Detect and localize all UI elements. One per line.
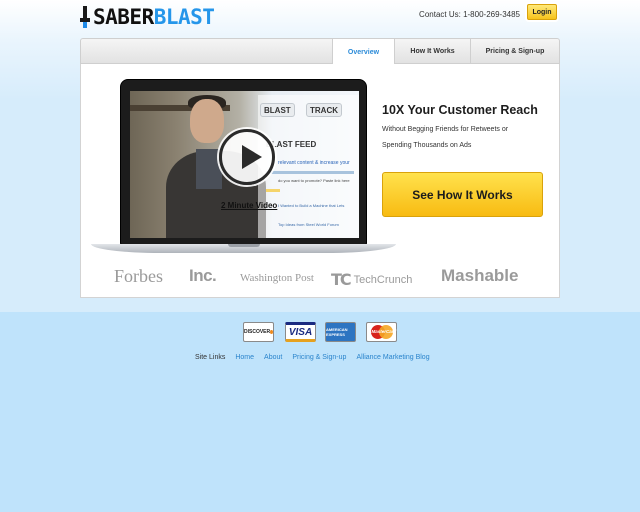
site-links-label: Site Links xyxy=(195,354,226,361)
login-button[interactable]: Login xyxy=(527,4,557,20)
press-logo-mashable: Mashable xyxy=(441,266,519,285)
screen-line-1: relevant content & increase your xyxy=(278,160,350,166)
techcrunch-icon: TC xyxy=(331,270,352,289)
saber-icon xyxy=(80,6,90,28)
footer-link-blog[interactable]: Alliance Marketing Blog xyxy=(356,354,429,361)
discover-card-icon: DISCOVER xyxy=(243,322,274,342)
video-caption[interactable]: 2 Minute Video xyxy=(221,201,277,210)
footer-link-about[interactable]: About xyxy=(264,354,282,361)
header: SABERBLAST Contact Us: 1-800-269-3485 Lo… xyxy=(80,0,560,36)
hero-panel: BLAST TRACK BLAST FEED relevant content … xyxy=(80,64,560,298)
logo-text: SABERBLAST xyxy=(93,5,215,29)
video-screen[interactable]: BLAST TRACK BLAST FEED relevant content … xyxy=(130,91,359,238)
contact-phone: Contact Us: 1-800-269-3485 xyxy=(419,10,520,19)
tab-overview[interactable]: Overview xyxy=(332,39,394,65)
play-button[interactable] xyxy=(219,129,275,185)
press-logo-techcrunch: TC TechCrunch xyxy=(331,270,412,289)
tab-bar: Overview How It Works Pricing & Sign-up xyxy=(80,38,560,65)
video-laptop[interactable]: BLAST TRACK BLAST FEED relevant content … xyxy=(120,79,367,245)
press-logo-washington-post: Washington Post xyxy=(240,272,314,284)
amex-card-icon: AMERICAN EXPRESS xyxy=(325,322,356,342)
discover-label: DISCOVER xyxy=(244,329,271,335)
visa-card-icon: VISA xyxy=(285,322,316,342)
tab-pricing[interactable]: Pricing & Sign-up xyxy=(470,39,559,64)
screen-link-2: Top Ideas from Steel World Forum xyxy=(278,222,339,227)
amex-label: AMERICAN EXPRESS xyxy=(326,327,348,337)
footer-link-pricing[interactable]: Pricing & Sign-up xyxy=(292,354,346,361)
mastercard-label: MasterCard xyxy=(371,329,397,334)
screen-link-1: I Wanted to Build a Machine that Lets xyxy=(278,203,345,208)
screen-tab-track: TRACK xyxy=(306,103,342,117)
see-how-it-works-button[interactable]: See How It Works xyxy=(382,172,543,217)
footer-link-home[interactable]: Home xyxy=(235,354,254,361)
payment-methods: DISCOVER VISA AMERICAN EXPRESS MasterCar… xyxy=(243,322,397,344)
press-logo-inc: Inc. xyxy=(189,266,217,285)
screen-line-2: do you want to promote? Paste link here xyxy=(278,178,350,183)
logo-blast: BLAST xyxy=(153,5,215,29)
tab-how-it-works[interactable]: How It Works xyxy=(394,39,470,64)
mastercard-card-icon: MasterCard xyxy=(366,322,397,342)
logo[interactable]: SABERBLAST xyxy=(80,5,215,29)
footer-links: Site Links Home About Pricing & Sign-up … xyxy=(195,354,440,361)
hero-headline: 10X Your Customer Reach xyxy=(382,103,538,117)
press-logo-forbes: Forbes xyxy=(114,266,163,286)
hero-subtext: Without Begging Friends for Retweets or … xyxy=(382,126,509,149)
techcrunch-label: TechCrunch xyxy=(353,273,413,286)
play-icon xyxy=(242,145,262,169)
screen-tab-blast: BLAST xyxy=(260,103,295,117)
laptop-base xyxy=(91,244,396,253)
logo-saber: SABER xyxy=(93,5,154,29)
visa-label: VISA xyxy=(288,326,313,338)
